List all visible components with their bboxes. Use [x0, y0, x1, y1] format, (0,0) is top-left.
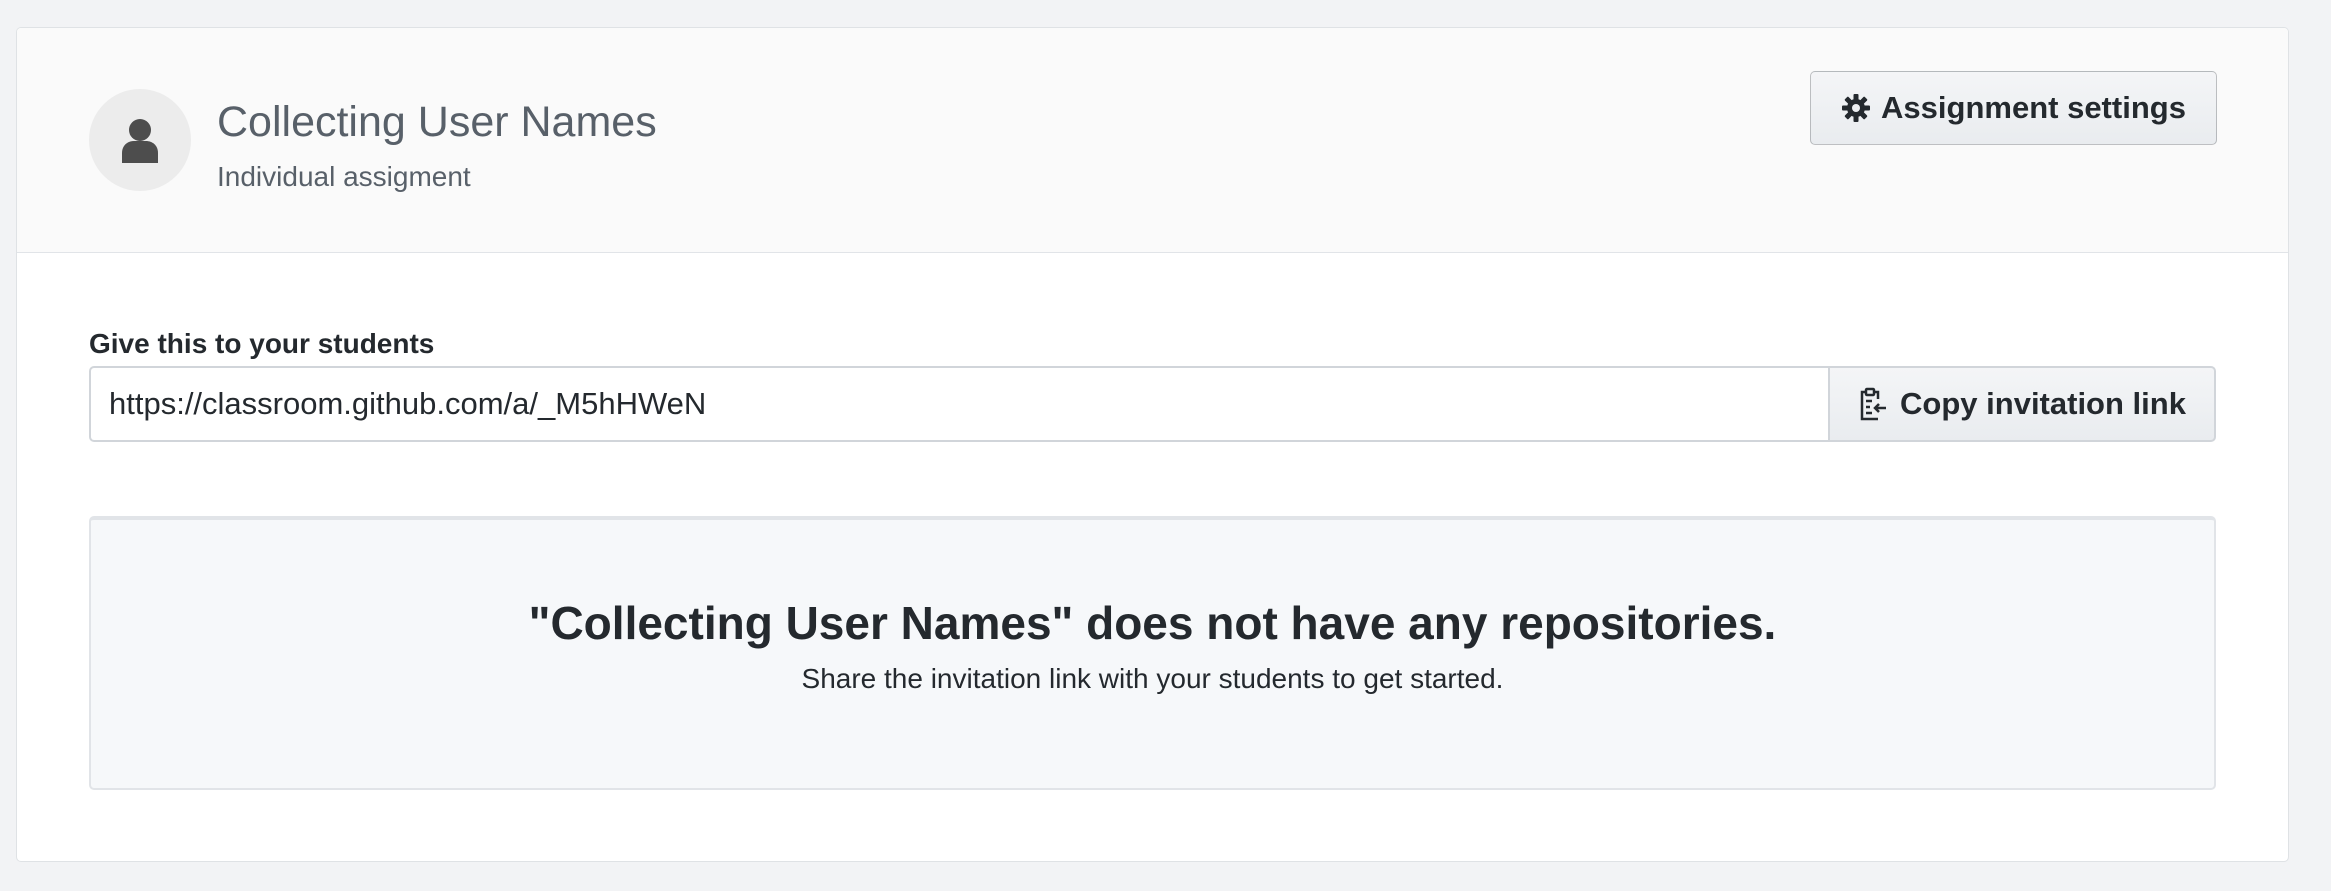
empty-state-text: Share the invitation link with your stud…	[801, 663, 1504, 694]
invitation-link-group: Copy invitation link	[89, 366, 2216, 442]
empty-state-title: "Collecting User Names" does not have an…	[528, 597, 1777, 649]
assignment-title: Collecting User Names	[217, 98, 657, 146]
empty-repositories-blankslate: "Collecting User Names" does not have an…	[89, 516, 2216, 790]
assignment-type: Individual assigment	[217, 161, 471, 192]
clipboard-icon	[1860, 387, 1887, 421]
invite-label: Give this to your students	[89, 328, 435, 359]
copy-invitation-link-button[interactable]: Copy invitation link	[1828, 366, 2216, 442]
gear-icon	[1842, 94, 1871, 122]
copy-invitation-link-label: Copy invitation link	[1900, 386, 2186, 421]
assignment-settings-label: Assignment settings	[1881, 90, 2186, 125]
assignment-settings-button[interactable]: Assignment settings	[1810, 71, 2217, 145]
avatar	[89, 89, 191, 191]
person-icon	[122, 119, 158, 163]
invitation-url-input[interactable]	[89, 366, 1828, 442]
assignment-header: Collecting User Names Individual assigme…	[17, 28, 2288, 253]
assignment-card: Collecting User Names Individual assigme…	[16, 27, 2289, 862]
